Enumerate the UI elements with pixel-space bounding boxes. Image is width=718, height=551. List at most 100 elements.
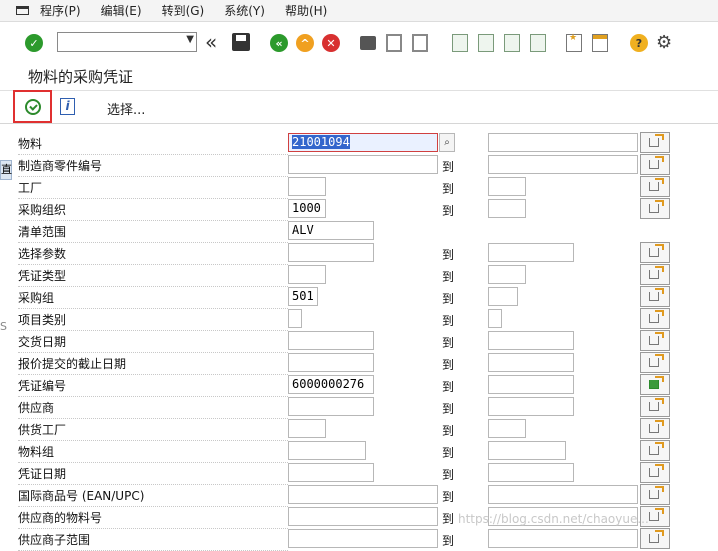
multiple-selection-button[interactable]: [640, 154, 670, 175]
exit-icon[interactable]: ^: [296, 34, 314, 52]
multiple-selection-button[interactable]: [640, 308, 670, 329]
field-high-input[interactable]: [488, 375, 574, 394]
field-low-input[interactable]: [288, 507, 438, 526]
save-icon[interactable]: [232, 33, 250, 51]
menu-edit[interactable]: 编辑(E): [101, 2, 142, 19]
field-high-input[interactable]: [488, 243, 574, 262]
multiple-selection-button[interactable]: [640, 198, 670, 219]
menu-icon[interactable]: [16, 5, 32, 17]
field-low-input[interactable]: [288, 397, 374, 416]
field-high-input[interactable]: [488, 265, 526, 284]
enter-icon[interactable]: ✓: [25, 34, 43, 52]
field-high-input[interactable]: [488, 419, 526, 438]
field-label: 工厂: [18, 179, 288, 199]
field-high-input[interactable]: [488, 177, 526, 196]
field-high-input[interactable]: [488, 331, 574, 350]
field-low-input[interactable]: 501: [288, 287, 318, 306]
to-label: 到: [442, 204, 455, 218]
watermark: https://blog.csdn.net/chaoyue...: [458, 512, 649, 526]
help-icon[interactable]: ?: [630, 34, 648, 52]
field-low-input[interactable]: 21001094: [288, 133, 438, 152]
selection-options-button[interactable]: 选择...: [107, 99, 145, 118]
shortcut-icon[interactable]: [592, 34, 608, 52]
field-high-input[interactable]: [488, 353, 574, 372]
previous-page-icon[interactable]: [478, 34, 494, 52]
to-label: 到: [442, 248, 455, 262]
multiple-selection-button[interactable]: [640, 286, 670, 307]
field-low-input[interactable]: [288, 441, 366, 460]
field-high-input[interactable]: [488, 463, 574, 482]
field-high-input[interactable]: [488, 287, 518, 306]
field-low-input[interactable]: [288, 177, 326, 196]
multiple-selection-button[interactable]: [640, 374, 670, 395]
field-high-input[interactable]: [488, 133, 638, 152]
field-low-input[interactable]: [288, 155, 438, 174]
multiple-selection-button[interactable]: [640, 462, 670, 483]
selection-row: 采购组 501 到: [0, 285, 718, 309]
find-next-icon[interactable]: [412, 34, 428, 52]
field-low-input[interactable]: 6000000276: [288, 375, 374, 394]
field-high-input[interactable]: [488, 485, 638, 504]
to-label: 到: [442, 424, 455, 438]
chevron-down-icon[interactable]: ▼: [186, 34, 194, 45]
new-session-icon[interactable]: ★: [566, 33, 582, 52]
double-left-icon[interactable]: «: [205, 31, 217, 53]
field-low-input[interactable]: ALV: [288, 221, 374, 240]
field-high-input[interactable]: [488, 441, 566, 460]
field-high-input[interactable]: [488, 155, 638, 174]
search-help-icon[interactable]: ⌕: [439, 133, 455, 152]
selection-row: 项目类别 到: [0, 307, 718, 331]
field-low-input[interactable]: [288, 265, 326, 284]
multiple-selection-button[interactable]: [640, 528, 670, 549]
selection-row: 国际商品号 (EAN/UPC) 到: [0, 483, 718, 507]
field-label: 清单范围: [18, 223, 288, 243]
field-low-input[interactable]: 1000: [288, 199, 326, 218]
field-low-input[interactable]: [288, 353, 374, 372]
selection-row: 选择参数 到: [0, 241, 718, 265]
gear-icon[interactable]: ⚙: [656, 32, 672, 53]
field-low-input[interactable]: [288, 331, 374, 350]
menu-help[interactable]: 帮助(H): [285, 2, 327, 19]
field-label: 交货日期: [18, 333, 288, 353]
multiple-selection-button[interactable]: [640, 264, 670, 285]
to-label: 到: [442, 292, 455, 306]
multiple-selection-button[interactable]: [640, 132, 670, 153]
field-high-input[interactable]: [488, 529, 638, 548]
field-label: 供应商: [18, 399, 288, 419]
multiple-selection-icon: [649, 332, 664, 345]
cancel-icon[interactable]: ✕: [322, 34, 340, 52]
selection-row: 报价提交的截止日期 到: [0, 351, 718, 375]
next-page-icon[interactable]: [504, 34, 520, 52]
field-low-input[interactable]: [288, 485, 438, 504]
last-page-icon[interactable]: [530, 34, 546, 52]
multiple-selection-button[interactable]: [640, 330, 670, 351]
multiple-selection-button[interactable]: [640, 484, 670, 505]
info-icon[interactable]: i: [60, 98, 75, 115]
multiple-selection-icon: [649, 310, 664, 323]
find-icon[interactable]: [386, 34, 402, 52]
field-high-input[interactable]: [488, 199, 526, 218]
to-label: 到: [442, 380, 455, 394]
print-icon[interactable]: [360, 36, 376, 50]
field-low-input[interactable]: [288, 419, 326, 438]
back-icon[interactable]: «: [270, 34, 288, 52]
multiple-selection-button[interactable]: [640, 396, 670, 417]
field-low-input[interactable]: [288, 243, 374, 262]
field-high-input[interactable]: [488, 309, 502, 328]
menu-program[interactable]: 程序(P): [40, 2, 81, 19]
menu-system[interactable]: 系统(Y): [224, 2, 265, 19]
multiple-selection-button[interactable]: [640, 176, 670, 197]
execute-button[interactable]: [13, 90, 52, 123]
multiple-selection-button[interactable]: [640, 418, 670, 439]
multiple-selection-button[interactable]: [640, 440, 670, 461]
menu-goto[interactable]: 转到(G): [162, 2, 205, 19]
field-low-input[interactable]: [288, 309, 302, 328]
multiple-selection-button[interactable]: [640, 352, 670, 373]
field-low-input[interactable]: [288, 529, 438, 548]
command-field[interactable]: ▼: [57, 32, 197, 52]
first-page-icon[interactable]: [452, 34, 468, 52]
field-high-input[interactable]: [488, 397, 574, 416]
field-low-input[interactable]: [288, 463, 374, 482]
to-label: 到: [442, 160, 455, 174]
multiple-selection-button[interactable]: [640, 242, 670, 263]
